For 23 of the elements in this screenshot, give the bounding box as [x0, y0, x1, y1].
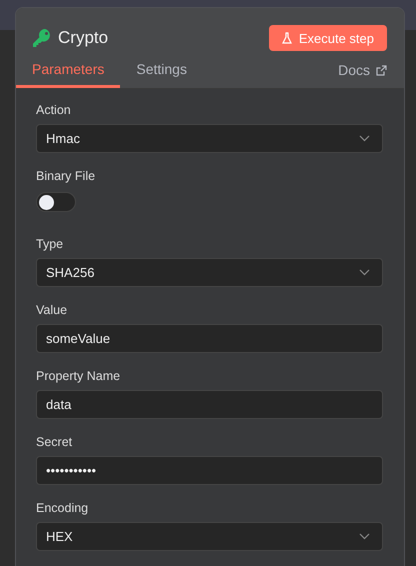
docs-link[interactable]: Docs — [338, 62, 387, 88]
field-label: Encoding — [36, 501, 88, 515]
toggle-switch[interactable] — [36, 192, 76, 212]
chevron-down-icon — [359, 135, 370, 142]
field-label: Secret — [36, 435, 72, 449]
chevron-down-icon — [359, 533, 370, 540]
flask-icon — [282, 32, 292, 44]
field-label: Action — [36, 103, 71, 117]
select-field[interactable]: SHA256 — [36, 258, 383, 287]
field-label: Type — [36, 237, 64, 251]
tab[interactable]: Settings — [120, 61, 203, 88]
chevron-down-icon — [359, 269, 370, 276]
key-icon — [32, 28, 52, 48]
input-field[interactable]: someValue — [36, 324, 383, 353]
field-label: Value — [36, 303, 68, 317]
field-label: Binary File — [36, 169, 96, 183]
select-field[interactable]: Hmac — [36, 124, 383, 153]
input-field[interactable]: ••••••••••• — [36, 456, 383, 485]
input-field[interactable]: data — [36, 390, 383, 419]
select-field[interactable]: HEX — [36, 522, 383, 551]
node-title: Crypto — [58, 28, 108, 48]
field-label: Property Name — [36, 369, 120, 383]
external-link-icon — [376, 64, 387, 76]
